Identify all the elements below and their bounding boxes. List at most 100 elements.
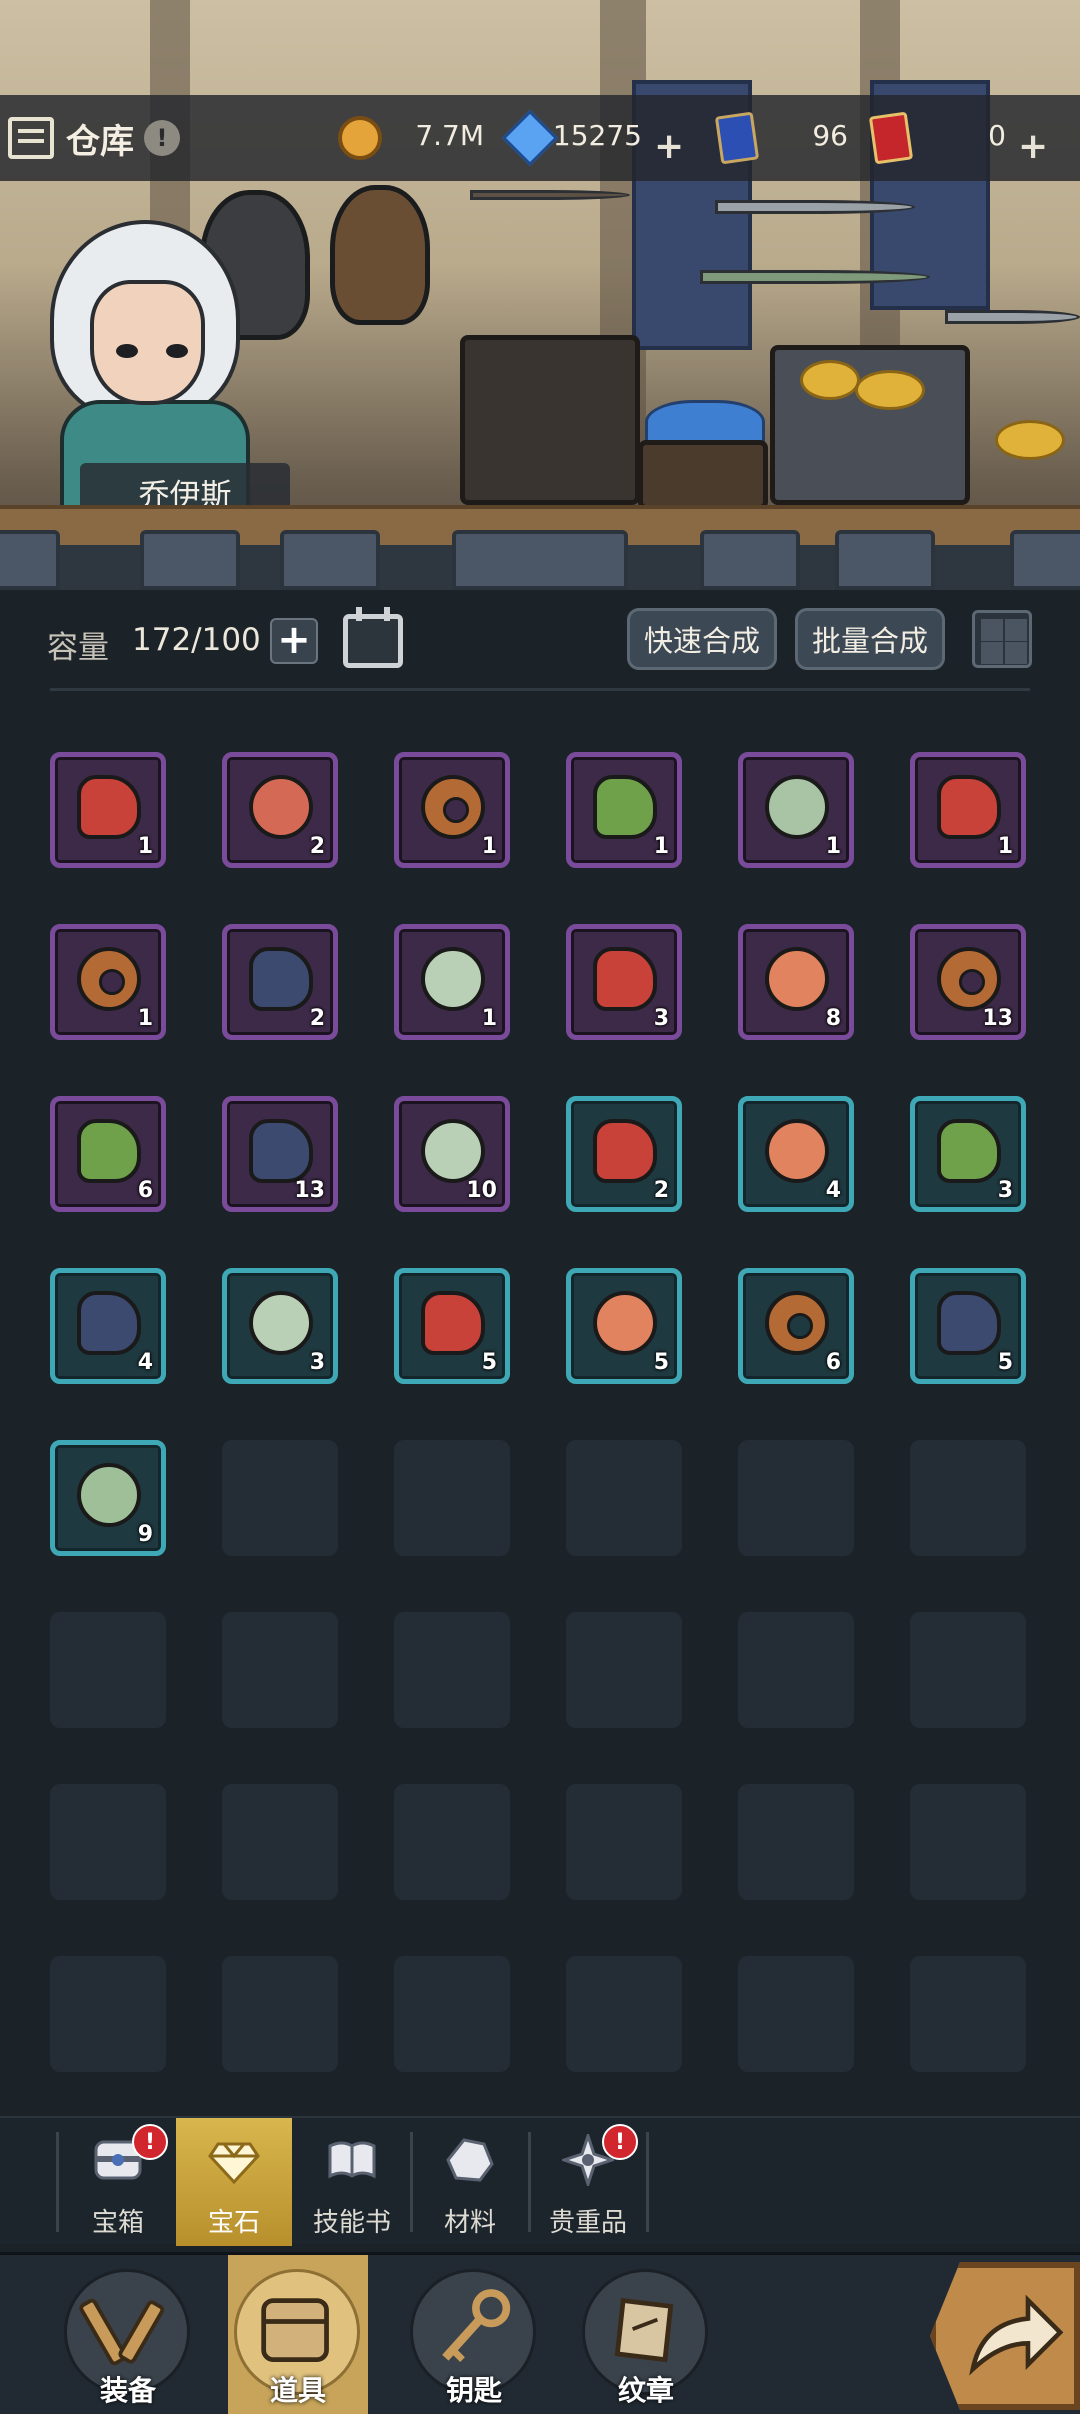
shelf-clamp [140,530,240,590]
gem-icon [937,947,1001,1011]
gem-icon [765,1291,829,1355]
empty-slot [50,1784,166,1900]
tab-valuables[interactable]: ! 贵重品 [530,2118,646,2246]
gem-slot[interactable]: 5 [910,1268,1026,1384]
empty-slot [394,1612,510,1728]
quick-compose-button[interactable]: 快速合成 [627,608,777,670]
item-count: 1 [481,834,497,859]
hero-eye [116,344,138,358]
tab-material[interactable]: 材料 [412,2118,528,2246]
gem-slot[interactable]: 3 [910,1096,1026,1212]
gem-slot[interactable]: 4 [738,1096,854,1212]
item-count: 4 [137,1350,153,1375]
add-diamond-button[interactable]: + [654,121,684,171]
empty-slot [222,1440,338,1556]
empty-slot [738,1956,854,2072]
gem-slot[interactable]: 1 [394,924,510,1040]
capacity-row: 容量 172/100 + 快速合成 批量合成 [0,590,1080,690]
gem-slot[interactable]: 2 [222,924,338,1040]
gem-slot[interactable]: 1 [566,752,682,868]
item-count: 13 [294,1178,325,1203]
empty-slot [910,1784,1026,1900]
diamond-resource: 15275 [501,109,642,167]
hero-eye [166,344,188,358]
gem-slot[interactable]: 8 [738,924,854,1040]
gem-icon [593,1119,657,1183]
gem-icon [249,947,313,1011]
share-arrow-button[interactable] [930,2262,1080,2410]
gem-slot[interactable]: 1 [738,752,854,868]
tab-label: 技能书 [312,2208,391,2238]
empty-slot [566,1784,682,1900]
nav-equipment[interactable]: 装备 [58,2255,198,2414]
gold-value: 7.7M [415,119,484,152]
item-count: 1 [481,1006,497,1031]
gem-slot[interactable]: 2 [566,1096,682,1212]
gem-slot[interactable]: 2 [222,752,338,868]
item-count: 1 [997,834,1013,859]
item-count: 3 [653,1006,669,1031]
blue-card-icon [714,111,760,165]
treasure-chest-decoration [770,345,970,505]
warehouse-icon [8,117,54,159]
add-red-card-button[interactable]: + [1018,121,1048,171]
info-icon[interactable]: ! [144,120,180,156]
bow-decoration [470,190,630,200]
empty-slot [394,1956,510,2072]
batch-compose-button[interactable]: 批量合成 [795,608,945,670]
gem-slot[interactable]: 4 [50,1268,166,1384]
gem-icon [77,1291,141,1355]
expand-capacity-button[interactable]: + [270,618,318,664]
empty-slot [50,1956,166,2072]
tab-label: 宝石 [207,2208,260,2238]
gold-coins [800,360,860,400]
gold-resource: 7.7M [338,113,484,163]
tab-label: 宝箱 [91,2208,144,2238]
gem-slot[interactable]: 1 [50,924,166,1040]
empty-slot [910,1612,1026,1728]
empty-slot [910,1956,1026,2072]
gem-slot[interactable]: 3 [222,1268,338,1384]
gem-slot[interactable]: 10 [394,1096,510,1212]
warehouse-header: 仓库 ! [8,95,180,181]
tab-gem[interactable]: 宝石 [176,2118,292,2246]
gem-icon [765,1119,829,1183]
empty-slot [738,1612,854,1728]
red-card-resource: 0 [868,111,1006,165]
tab-skillbook[interactable]: 技能书 [294,2118,410,2246]
gem-slot[interactable]: 6 [738,1268,854,1384]
nav-items[interactable]: 道具 [228,2255,368,2414]
nav-label: 道具 [269,2374,326,2407]
gem-icon [421,947,485,1011]
grid-view-icon[interactable] [972,610,1032,668]
gem-slot[interactable]: 13 [222,1096,338,1212]
sword-decoration [700,270,930,284]
shelf-clamp [1010,530,1080,590]
gold-coin-icon [338,116,382,160]
gem-slot[interactable]: 1 [910,752,1026,868]
gem-slot[interactable]: 13 [910,924,1026,1040]
empty-slot [222,1956,338,2072]
gem-slot[interactable]: 9 [50,1440,166,1556]
item-count: 1 [653,834,669,859]
item-count: 2 [309,1006,325,1031]
gem-icon [249,1291,313,1355]
hero-face [90,280,205,405]
nav-keys[interactable]: 钥匙 [404,2255,544,2414]
gem-icon [249,1119,313,1183]
gem-slot[interactable]: 6 [50,1096,166,1212]
gem-slot[interactable]: 1 [50,752,166,868]
gem-icon [249,775,313,839]
tab-chest[interactable]: ! 宝箱 [60,2118,176,2246]
gem-slot[interactable]: 5 [394,1268,510,1384]
gem-icon [593,775,657,839]
calendar-icon[interactable] [343,607,403,668]
gem-slot[interactable]: 1 [394,752,510,868]
gem-slot[interactable]: 5 [566,1268,682,1384]
material-icon [446,2138,494,2182]
gem-slot[interactable]: 3 [566,924,682,1040]
gem-icon [937,1291,1001,1355]
item-count: 9 [137,1522,153,1547]
nav-emblem[interactable]: 纹章 [576,2255,716,2414]
gold-coins [995,420,1065,460]
